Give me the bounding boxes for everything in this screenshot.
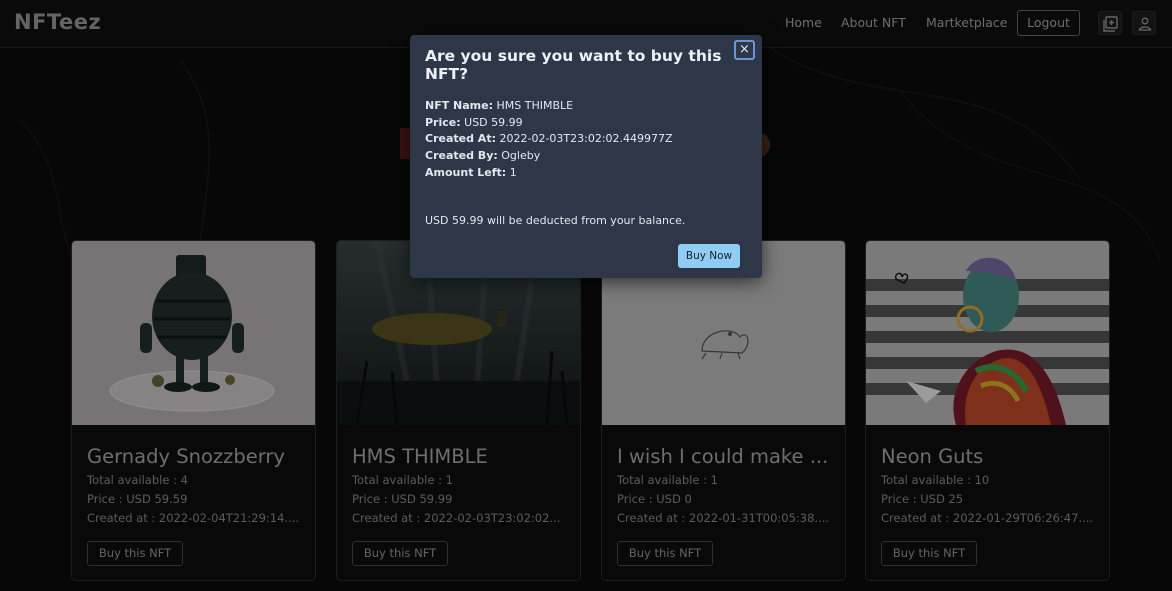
deduction-note: USD 59.99 will be deducted from your bal… (425, 214, 686, 227)
created-by-value: Ogleby (501, 149, 541, 162)
price-value: USD 59.99 (464, 116, 523, 129)
nft-name-row: NFT Name: HMS THIMBLE (425, 99, 574, 112)
created-at-row: Created At: 2022-02-03T23:02:02.449977Z (425, 132, 673, 145)
close-icon[interactable]: × (734, 40, 755, 60)
amount-left-row: Amount Left: 1 (425, 166, 517, 179)
buy-now-button[interactable]: Buy Now (678, 244, 740, 268)
price-row: Price: USD 59.99 (425, 116, 523, 129)
nft-name-value: HMS THIMBLE (496, 99, 574, 112)
modal-title: Are you sure you want to buy this NFT? (425, 47, 722, 83)
created-at-value: 2022-02-03T23:02:02.449977Z (499, 132, 673, 145)
confirm-purchase-modal: Are you sure you want to buy this NFT? ×… (410, 35, 762, 278)
created-by-row: Created By: Ogleby (425, 149, 541, 162)
amount-left-value: 1 (509, 166, 517, 179)
